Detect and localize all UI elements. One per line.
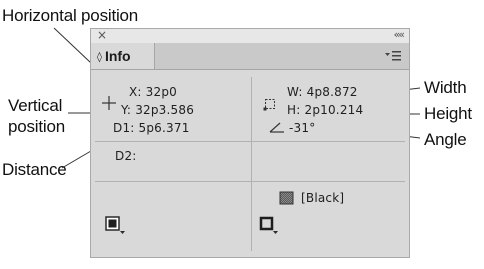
tab-info-label: Info: [104, 48, 131, 64]
close-icon[interactable]: ×: [97, 28, 107, 42]
panel-menu-icon[interactable]: [384, 48, 402, 64]
tab-expand-icon[interactable]: ◊: [97, 52, 102, 63]
tab-info[interactable]: ◊ Info: [91, 43, 155, 69]
angle-icon: [269, 122, 284, 133]
bounding-box-icon: [263, 99, 275, 111]
callout-distance: Distance: [2, 160, 67, 179]
info-panel: × «« ◊ Info X: 32p0 Y: 32p3.586 D1: 5p6.3…: [90, 28, 410, 258]
d2-readout: D2:: [115, 149, 137, 163]
crosshair-icon: [102, 96, 116, 110]
d1-readout: D1: 5p6.371: [113, 121, 190, 135]
column-divider: [251, 77, 252, 251]
callout-vertical-position-line1: Vertical: [8, 96, 63, 115]
callout-vertical-position-line2: position: [8, 117, 65, 136]
fill-swatch-icon[interactable]: [105, 215, 127, 235]
stroke-swatch-icon[interactable]: [259, 215, 281, 235]
angle-readout: -31°: [289, 121, 316, 135]
row-divider-1: [95, 141, 405, 142]
x-readout: X: 32p0: [129, 85, 177, 99]
width-readout: W: 4p8.872: [287, 85, 358, 99]
color-chip-icon: [279, 191, 294, 205]
callout-width: Width: [424, 78, 467, 97]
callout-height: Height: [424, 104, 472, 123]
callout-horizontal-position: Horizontal position: [2, 6, 139, 25]
callout-angle: Angle: [424, 130, 467, 149]
stroke-color-name: [Black]: [301, 191, 345, 205]
row-divider-2: [95, 181, 405, 182]
height-readout: H: 2p10.214: [287, 103, 364, 117]
panel-title-bar[interactable]: × ««: [91, 28, 409, 44]
collapse-icon[interactable]: ««: [394, 28, 406, 41]
panel-tab-row: ◊ Info: [91, 43, 409, 70]
y-readout: Y: 32p3.586: [121, 103, 195, 117]
